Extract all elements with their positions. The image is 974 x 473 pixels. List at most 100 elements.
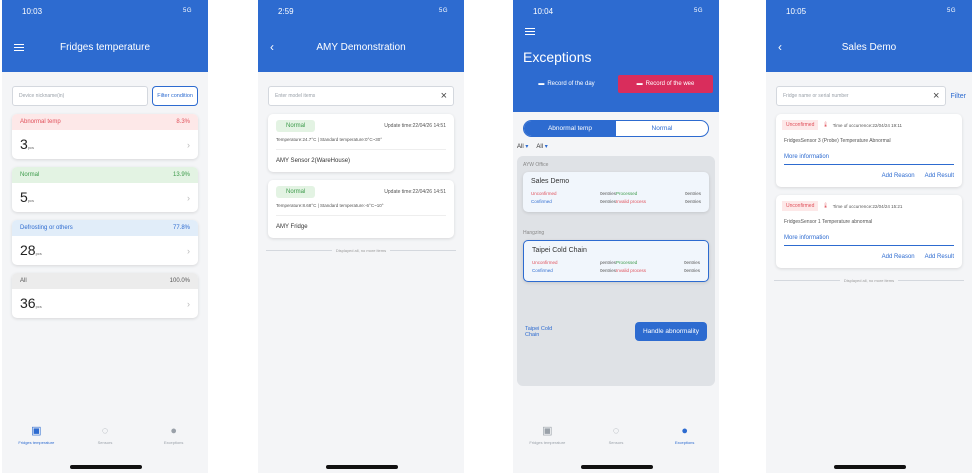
header: 10:04 5G Exceptions ▬ Record of the day ▬… — [513, 0, 719, 112]
thermometer-icon: 🌡 — [822, 122, 829, 128]
calendar-icon: ▬ — [636, 81, 643, 87]
status-label: Processed — [616, 260, 638, 265]
nav-bar: Fridges temperature — [2, 22, 208, 72]
page-title: Exceptions — [523, 49, 592, 65]
tab-sensors[interactable]: ◌ Sensors — [75, 425, 135, 461]
tab-fridges-temperature[interactable]: ▣ Fridges temperature — [517, 425, 577, 461]
status-label: Unconfirmed — [531, 191, 557, 196]
more-information-link[interactable]: More information — [784, 231, 954, 246]
thermometer-icon: ▣ — [31, 425, 42, 437]
status-grid: Unconfirmed pentries Processed 0entries Co… — [524, 260, 708, 281]
chevron-right-icon: › — [187, 298, 190, 309]
group-label: AYW Office — [523, 162, 549, 168]
record-card[interactable]: Unconfirmed 🌡 Time of occurrence:22/04/2… — [776, 195, 962, 268]
filter-button[interactable]: Filter — [950, 93, 966, 100]
group-label: Hangzing — [523, 230, 545, 236]
add-result-button[interactable]: Add Result — [925, 173, 954, 179]
screen-amy-demonstration: 2:59 5G ‹ AMY Demonstration Enter model … — [258, 0, 464, 473]
status-label: Unconfirmed — [532, 260, 558, 265]
add-reason-button[interactable]: Add Reason — [882, 173, 915, 179]
handle-abnormality-button[interactable]: Handle abnormality — [634, 322, 707, 341]
clock: 10:04 — [533, 6, 554, 16]
stat-card-defrosting[interactable]: Defrosting or others 77.8% 28pcs › — [12, 220, 198, 265]
clock: 10:03 — [22, 6, 43, 16]
tab-sensors[interactable]: ◌ Sensors — [586, 425, 646, 461]
tab-label: Sensors — [608, 440, 624, 445]
add-reason-button[interactable]: Add Reason — [882, 254, 915, 260]
home-indicator — [70, 465, 142, 469]
stat-count: 5 — [20, 188, 28, 205]
temperature-info: Temperature:8.68°C | Standard temperatur… — [276, 203, 384, 208]
signal-indicator: 5G — [182, 8, 192, 14]
menu-icon[interactable] — [525, 28, 707, 35]
chevron-down-icon: ▾ — [525, 144, 529, 150]
tab-bar: ▣ Fridges temperature ◌ Sensors ● Exception… — [513, 425, 719, 461]
status-count: pentries — [599, 260, 616, 265]
stat-count: 3 — [20, 135, 28, 152]
stat-card-abnormal[interactable]: Abnormal temp 8.3% 3pcs › — [12, 114, 198, 159]
record-card[interactable]: Unconfirmed 🌡 Time of occurrence:22/04/2… — [776, 114, 962, 187]
stat-label: All — [20, 278, 27, 284]
thermometer-icon: ▣ — [542, 425, 553, 437]
tab-fridges-temperature[interactable]: ▣ Fridges temperature — [6, 425, 66, 461]
status-bar: 10:04 5G — [513, 0, 719, 22]
end-of-list: Displayed all, no more items — [266, 248, 456, 253]
signal-indicator: 5G — [438, 8, 448, 14]
record-of-the-week-button[interactable]: ▬ Record of the wee — [618, 75, 713, 93]
selected-location: Taipei Cold Chain — [525, 325, 553, 338]
stat-card-all[interactable]: All 100.0% 36pcs › — [12, 273, 198, 318]
record-of-the-day-button[interactable]: ▬ Record of the day — [519, 75, 614, 93]
header: 10:03 5G Fridges temperature — [2, 0, 208, 72]
location-card[interactable]: Sales Demo Unconfirmed 0entries Processed… — [523, 172, 709, 212]
location-card[interactable]: Taipei Cold Chain Unconfirmed pentries Pr… — [523, 240, 709, 282]
filter-dropdown-1[interactable]: All ▾ — [517, 143, 528, 150]
sensor-icon: ◌ — [101, 425, 109, 437]
status-badge: Normal — [276, 120, 316, 132]
status-bar: 10:05 5G — [766, 0, 972, 22]
segment-abnormal-temp[interactable]: Abnormal temp — [524, 121, 616, 136]
home-indicator — [326, 465, 398, 469]
chevron-right-icon: › — [187, 192, 190, 203]
segment-normal[interactable]: Normal — [616, 121, 708, 136]
status-count: 0entries — [599, 268, 616, 273]
status-bar: 2:59 5G — [258, 0, 464, 22]
device-card[interactable]: Normal Update time:22/04/26 14:51 Temper… — [268, 180, 454, 238]
device-name: AMY Sensor 2(WareHouse) — [276, 158, 351, 164]
tab-label: Exceptions — [674, 440, 695, 445]
filter-dropdown-2[interactable]: All ▾ — [536, 143, 547, 150]
chevron-right-icon: › — [187, 139, 190, 150]
search-input[interactable]: Enter model items × — [268, 86, 454, 106]
page-title: AMY Demonstration — [316, 41, 406, 53]
search-input[interactable]: Fridge name or serial number × — [776, 86, 947, 106]
clear-icon[interactable]: × — [441, 90, 447, 102]
status-count: 0entries — [683, 268, 700, 273]
signal-indicator: 5G — [946, 8, 956, 14]
stat-percent: 8.3% — [176, 119, 190, 125]
signal-indicator: 5G — [693, 8, 703, 14]
update-time: Update time:22/04/26 14:51 — [384, 189, 446, 195]
clock: 2:59 — [278, 6, 294, 16]
tab-exceptions[interactable]: ● Exceptions — [144, 425, 204, 461]
stat-card-normal[interactable]: Normal 13.9% 5pcs › — [12, 167, 198, 212]
clock: 10:05 — [786, 6, 807, 16]
screen-fridges-temperature: 10:03 5G Fridges temperature Device nick… — [2, 0, 208, 473]
button-label: Record of the wee — [645, 81, 695, 87]
dropdown-label: All — [517, 144, 524, 150]
status-bar: 10:03 5G — [2, 0, 208, 22]
stat-label: Defrosting or others — [20, 225, 73, 231]
device-card[interactable]: Normal Update time:22/04/26 14:51 Temper… — [268, 114, 454, 172]
status-label: Confirmed — [532, 268, 553, 273]
device-nickname-input[interactable]: Device nickname(in) — [12, 86, 149, 106]
record-description: FridgesSensor 3 (Probe) Temperature Abno… — [784, 138, 891, 144]
occurrence-time: Time of occurrence:22/04/24 15:21 — [832, 203, 903, 209]
filter-condition-button[interactable]: Filter condition — [152, 86, 198, 106]
update-time: Update time:22/04/26 14:51 — [384, 123, 446, 129]
add-result-button[interactable]: Add Result — [925, 254, 954, 260]
clear-icon[interactable]: × — [933, 90, 939, 102]
stat-unit: pcs — [35, 250, 42, 256]
tab-exceptions[interactable]: ● Exceptions — [655, 425, 715, 461]
nav-bar: ‹ Sales Demo — [766, 22, 972, 72]
status-badge: Normal — [276, 186, 316, 198]
more-information-link[interactable]: More information — [784, 150, 954, 165]
button-label: Record of the day — [547, 81, 595, 87]
